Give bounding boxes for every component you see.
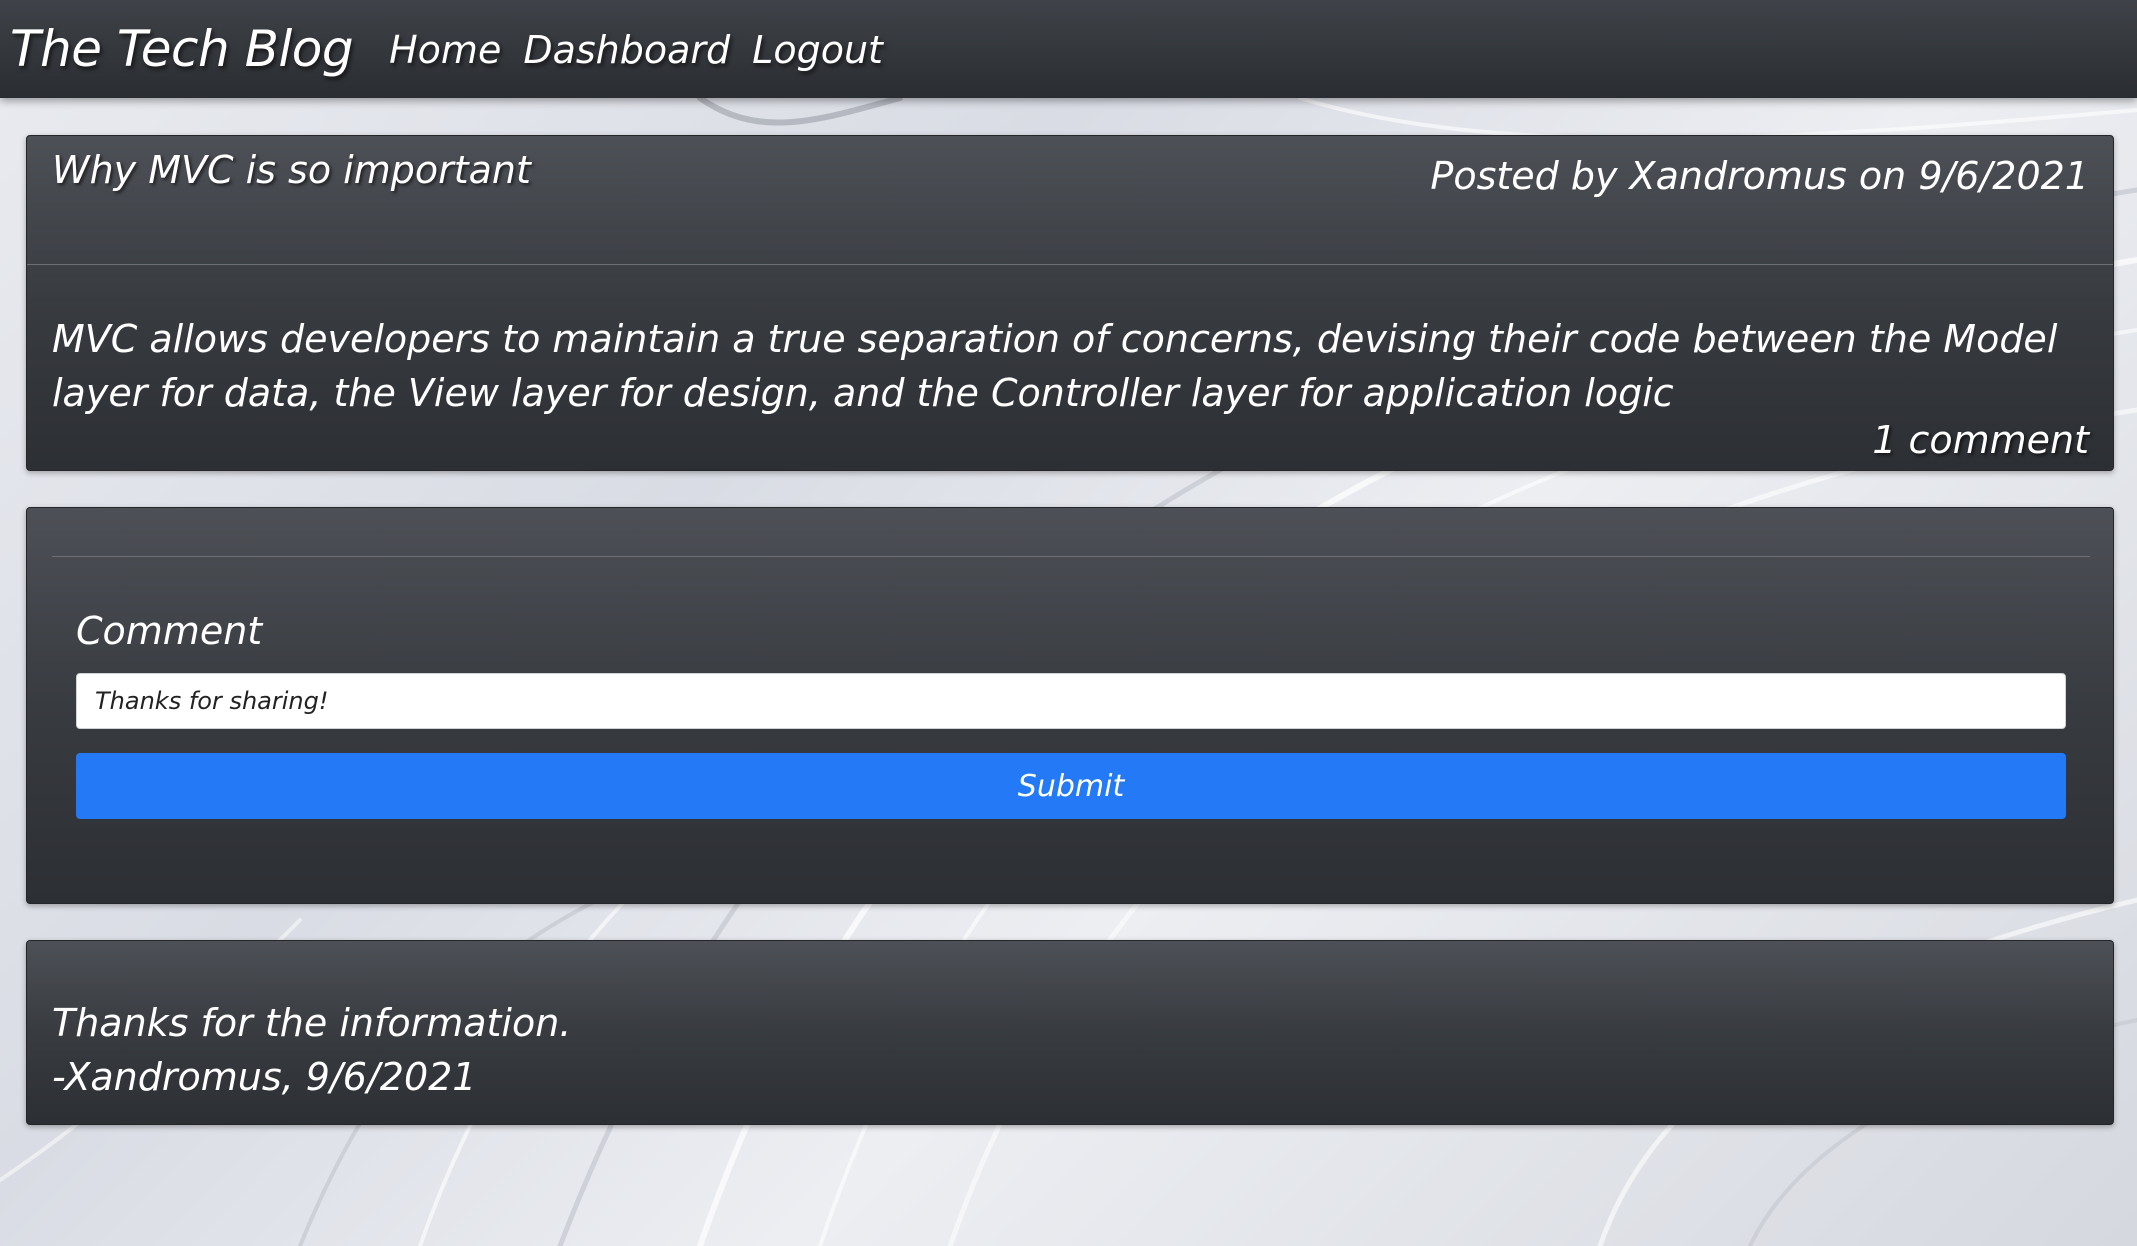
comment-count: 1 comment bbox=[1872, 418, 2089, 462]
top-navbar: The Tech Blog Home Dashboard Logout bbox=[0, 0, 2137, 98]
comment-form-card: Comment Submit bbox=[26, 507, 2114, 904]
nav-link-logout[interactable]: Logout bbox=[752, 28, 883, 72]
comment-text: Thanks for the information. bbox=[52, 1001, 572, 1045]
post-body: MVC allows developers to maintain a true… bbox=[52, 317, 2058, 415]
form-divider bbox=[52, 556, 2090, 557]
comment-card: Thanks for the information. -Xandromus, … bbox=[26, 940, 2114, 1125]
comment-item: Thanks for the information. -Xandromus, … bbox=[52, 996, 571, 1104]
post-title: Why MVC is so important bbox=[52, 148, 531, 192]
post-meta: Posted by Xandromus on 9/6/2021 bbox=[1430, 154, 2089, 198]
comment-input[interactable] bbox=[76, 673, 2066, 729]
nav-links: Home Dashboard Logout bbox=[389, 28, 905, 72]
post-header: Why MVC is so important Posted by Xandro… bbox=[27, 136, 2113, 265]
comment-byline: -Xandromus, 9/6/2021 bbox=[52, 1055, 477, 1099]
submit-button[interactable]: Submit bbox=[76, 753, 2066, 819]
nav-link-home[interactable]: Home bbox=[389, 28, 501, 72]
comment-label: Comment bbox=[76, 609, 263, 653]
site-brand[interactable]: The Tech Blog bbox=[10, 20, 354, 78]
nav-link-dashboard[interactable]: Dashboard bbox=[523, 28, 730, 72]
post-card: Why MVC is so important Posted by Xandro… bbox=[26, 135, 2114, 471]
